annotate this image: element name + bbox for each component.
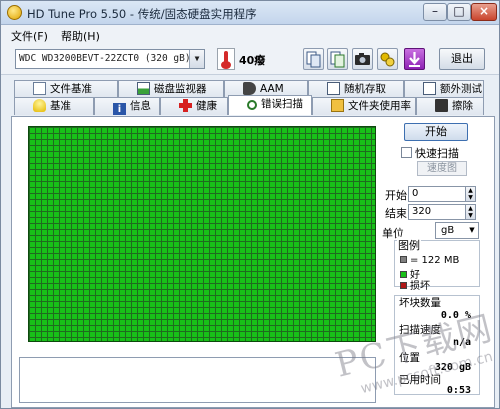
magnifier-icon — [247, 100, 257, 110]
copy-info-icon — [306, 51, 321, 68]
monitor-chart-icon — [137, 82, 150, 95]
toolbar: WDC WD3200BEVT-22ZCT0 (320 gB) ▼ 40癈 退出 — [1, 43, 499, 75]
info-icon: i — [113, 103, 126, 115]
legend-damaged: 损坏 — [400, 277, 430, 292]
menu-file[interactable]: 文件(F) — [11, 28, 48, 44]
tab-info[interactable]: i 信息 — [94, 97, 160, 115]
scan-log-box — [19, 357, 376, 403]
copy-info-button[interactable] — [303, 48, 324, 70]
temperature-readout: 40癈 — [239, 54, 266, 67]
red-swatch — [400, 282, 407, 289]
tab-benchmark[interactable]: 基准 — [14, 97, 94, 115]
download-icon — [409, 52, 420, 67]
options-button[interactable] — [377, 48, 398, 70]
quick-scan-label: 快速扫描 — [415, 147, 459, 160]
start-scan-button[interactable]: 开始 — [404, 123, 468, 141]
folder-icon — [331, 99, 344, 112]
copy-graph-button[interactable] — [327, 48, 348, 70]
tab-random-access[interactable]: 随机存取 — [308, 80, 404, 98]
tab-erase[interactable]: 擦除 — [416, 97, 484, 115]
menu-bar: 文件(F) 帮助(H) — [1, 25, 499, 43]
end-position-input[interactable]: 320 — [408, 204, 470, 220]
chevron-down-icon: ▼ — [469, 226, 475, 234]
hd-tune-logo-icon — [7, 5, 22, 20]
drive-select-value: WDC WD3200BEVT-22ZCT0 (320 gB) — [19, 53, 191, 64]
chevron-down-icon[interactable]: ▼ — [189, 50, 204, 68]
maximize-button[interactable]: □ — [447, 3, 471, 21]
checklist-icon — [423, 82, 436, 95]
unit-select-value: gB — [441, 225, 455, 236]
quick-scan-checkbox[interactable] — [401, 147, 412, 158]
close-button[interactable]: × — [471, 3, 497, 21]
damaged-blocks-label: 坏块数量 — [399, 297, 441, 309]
end-spinner-arrows[interactable]: ▲ ▼ — [465, 204, 476, 220]
tab-file-benchmark[interactable]: 文件基准 — [14, 80, 118, 98]
red-cross-icon — [179, 99, 192, 112]
thermometer-icon — [217, 48, 235, 70]
start-field-label: 开始 — [385, 189, 407, 202]
title-bar: HD Tune Pro 5.50 - 传统/固态硬盘实用程序 – □ × — [1, 1, 499, 25]
start-position-input[interactable]: 0 — [408, 186, 470, 202]
app-window: HD Tune Pro 5.50 - 传统/固态硬盘实用程序 – □ × 文件(… — [0, 0, 500, 409]
unit-select[interactable]: gB ▼ — [435, 222, 479, 239]
scan-block-map — [28, 126, 376, 342]
drive-select[interactable]: WDC WD3200BEVT-22ZCT0 (320 gB) ▼ — [15, 49, 205, 69]
minimize-button[interactable]: – — [423, 3, 447, 21]
legend-block-size: = 122 MB — [400, 255, 459, 266]
exit-button[interactable]: 退出 — [439, 48, 485, 70]
tab-error-scan[interactable]: 错误扫描 — [228, 95, 312, 115]
copy-graph-icon — [330, 51, 345, 68]
start-spinner-arrows[interactable]: ▲ ▼ — [465, 186, 476, 202]
window-title: HD Tune Pro 5.50 - 传统/固态硬盘实用程序 — [27, 7, 257, 21]
trash-icon — [435, 99, 448, 112]
elapsed-time-value: 0:53 — [446, 385, 471, 396]
speaker-icon — [243, 82, 256, 95]
lightbulb-icon — [33, 99, 46, 112]
tab-disk-monitor[interactable]: 磁盘监视器 — [118, 80, 224, 98]
gray-swatch — [400, 256, 407, 263]
menu-help[interactable]: 帮助(H) — [61, 28, 100, 44]
dice-chart-icon — [327, 82, 340, 95]
camera-icon — [355, 53, 370, 65]
save-button[interactable] — [404, 48, 425, 70]
options-icon — [380, 52, 395, 67]
legend-title: 图例 — [397, 237, 421, 253]
tab-extra-tests[interactable]: 额外测试 — [404, 80, 484, 98]
tab-folder-usage[interactable]: 文件夹使用率 — [312, 97, 416, 115]
document-icon — [33, 82, 46, 95]
speed-map-button[interactable]: 速度图 — [417, 161, 467, 176]
screenshot-button[interactable] — [352, 48, 373, 70]
end-field-label: 结束 — [385, 207, 407, 220]
tab-health[interactable]: 健康 — [160, 97, 228, 115]
